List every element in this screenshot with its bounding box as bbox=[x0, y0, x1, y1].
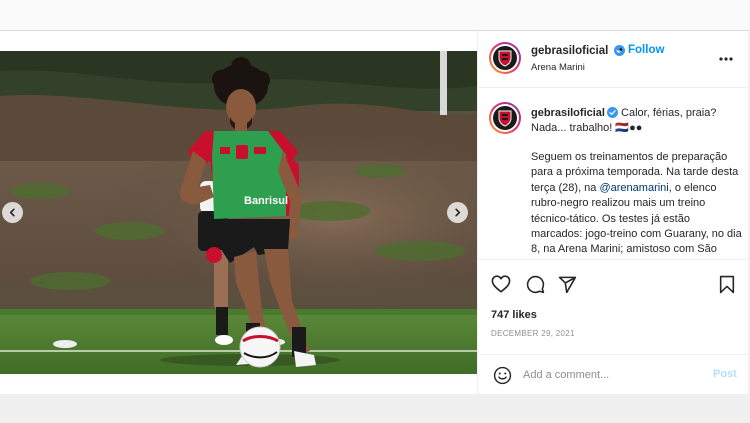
post-date[interactable]: DECEMBER 29, 2021 bbox=[491, 329, 575, 338]
caption-avatar[interactable] bbox=[489, 102, 521, 134]
like-button[interactable] bbox=[490, 273, 512, 295]
club-crest-icon bbox=[498, 110, 512, 127]
previous-photo-button[interactable] bbox=[2, 202, 23, 223]
comment-form: Post bbox=[478, 354, 749, 394]
chevron-right-icon bbox=[455, 208, 461, 217]
caption-text: Seguem os treinamentos de preparação par… bbox=[531, 150, 743, 259]
heart-icon bbox=[491, 275, 511, 293]
next-photo-button[interactable] bbox=[447, 202, 468, 223]
shirt-sponsor-text: Banrisul bbox=[244, 195, 288, 207]
separator-dot: • bbox=[619, 44, 623, 56]
post-comment-button[interactable]: Post bbox=[713, 368, 737, 380]
post-actions: 747 likes DECEMBER 29, 2021 bbox=[478, 259, 749, 364]
post-modal: Banrisul gebrasiloficial • Follow Arena … bbox=[0, 31, 749, 394]
page-top-bar bbox=[0, 0, 750, 31]
share-icon bbox=[558, 276, 576, 293]
post-header: gebrasiloficial • Follow Arena Marini bbox=[478, 31, 749, 88]
post-side-panel: gebrasiloficial • Follow Arena Marini ge… bbox=[477, 31, 749, 394]
comment-button[interactable] bbox=[524, 273, 546, 295]
more-options-button[interactable] bbox=[716, 49, 736, 69]
avatar[interactable] bbox=[489, 42, 521, 74]
caption-section: gebrasiloficial Calor, férias, praia? Na… bbox=[478, 88, 749, 259]
emoji-picker-button[interactable] bbox=[491, 364, 513, 386]
page-bottom-bar bbox=[0, 394, 750, 423]
bookmark-icon bbox=[719, 275, 735, 293]
emoji-icon bbox=[493, 366, 511, 384]
comment-icon bbox=[526, 275, 544, 293]
like-count[interactable]: 747 likes bbox=[491, 309, 537, 321]
follow-button[interactable]: Follow bbox=[628, 44, 664, 56]
club-crest-icon bbox=[498, 50, 512, 67]
more-options-icon bbox=[719, 57, 733, 61]
post-author-username[interactable]: gebrasiloficial bbox=[531, 45, 625, 57]
caption-header: gebrasiloficial Calor, férias, praia? Na… bbox=[531, 106, 743, 136]
save-button[interactable] bbox=[716, 273, 738, 295]
post-location[interactable]: Arena Marini bbox=[531, 62, 585, 73]
username-text[interactable]: gebrasiloficial bbox=[531, 45, 608, 57]
caption-username[interactable]: gebrasiloficial bbox=[531, 107, 605, 119]
caption-mention-link[interactable]: @arenamarini bbox=[599, 182, 668, 194]
share-button[interactable] bbox=[556, 273, 578, 295]
verified-badge-icon bbox=[606, 107, 618, 118]
training-photo-illustration: Banrisul bbox=[0, 51, 477, 374]
post-media: Banrisul bbox=[0, 31, 477, 394]
chevron-left-icon bbox=[9, 208, 15, 217]
post-photo: Banrisul bbox=[0, 51, 477, 374]
comment-input[interactable] bbox=[523, 365, 703, 385]
football bbox=[239, 326, 281, 368]
